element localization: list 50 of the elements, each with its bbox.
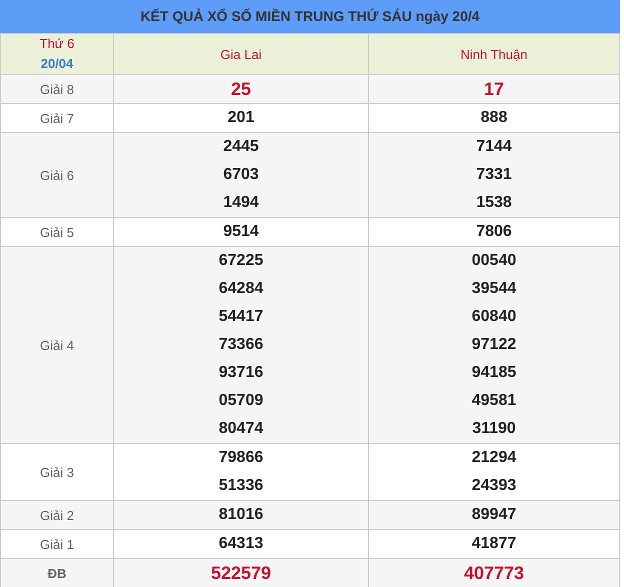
result-number: 79866 — [218, 448, 264, 468]
result-number: 93716 — [218, 363, 264, 383]
result-number: 89947 — [470, 505, 518, 525]
result-number: 9514 — [222, 222, 260, 242]
result-number: 54417 — [218, 307, 264, 327]
result-number: 97122 — [470, 335, 518, 355]
province-header: Gia Lai — [114, 34, 368, 74]
result-number: 41877 — [470, 534, 518, 554]
result-number: 522579 — [210, 562, 272, 585]
result-number: 25 — [230, 78, 252, 101]
result-number: 05709 — [218, 391, 264, 411]
table-title: KẾT QUẢ XỔ SỐ MIỀN TRUNG THỨ SÁU ngày 20/4 — [0, 0, 620, 33]
result-number: 51336 — [218, 476, 264, 496]
result-number: 67225 — [218, 251, 264, 271]
result-number: 17 — [482, 78, 506, 101]
result-number: 6703 — [222, 165, 260, 185]
result-number: 49581 — [470, 391, 518, 411]
result-number: 1538 — [475, 193, 513, 213]
result-number: 39544 — [470, 279, 518, 299]
province-header: Ninh Thuận — [368, 34, 620, 74]
result-number: 24393 — [470, 476, 518, 496]
result-number: 7806 — [475, 222, 513, 242]
result-number: 64284 — [218, 279, 264, 299]
prize-label: Giải 3 — [0, 444, 114, 500]
result-number: 2445 — [222, 137, 260, 157]
result-number: 00540 — [470, 251, 518, 271]
prize-label: Giải 1 — [0, 530, 114, 558]
prize-label: ĐB — [0, 558, 114, 587]
result-number: 21294 — [470, 448, 518, 468]
prize-label: Giải 7 — [0, 104, 114, 132]
prize-label: Giải 8 — [0, 74, 114, 104]
result-number: 1494 — [222, 193, 260, 213]
result-number: 7144 — [475, 137, 513, 157]
result-number: 201 — [226, 108, 256, 128]
result-number: 80474 — [218, 419, 264, 439]
result-number: 64313 — [218, 534, 264, 554]
result-number: 407773 — [462, 562, 526, 585]
date-label: 20/04 — [40, 55, 74, 73]
weekday-label: Thứ 6 — [38, 35, 76, 53]
prize-label: Giải 5 — [0, 218, 114, 246]
result-number: 73366 — [218, 335, 264, 355]
prize-label: Giải 2 — [0, 500, 114, 530]
result-number: 60840 — [470, 307, 518, 327]
result-number: 94185 — [470, 363, 518, 383]
prize-label: Giải 4 — [0, 246, 114, 444]
result-number: 81016 — [218, 505, 264, 525]
result-number: 888 — [480, 108, 508, 128]
prize-label: Giải 6 — [0, 132, 114, 218]
result-number: 31190 — [471, 419, 517, 439]
result-number: 7331 — [475, 165, 513, 185]
